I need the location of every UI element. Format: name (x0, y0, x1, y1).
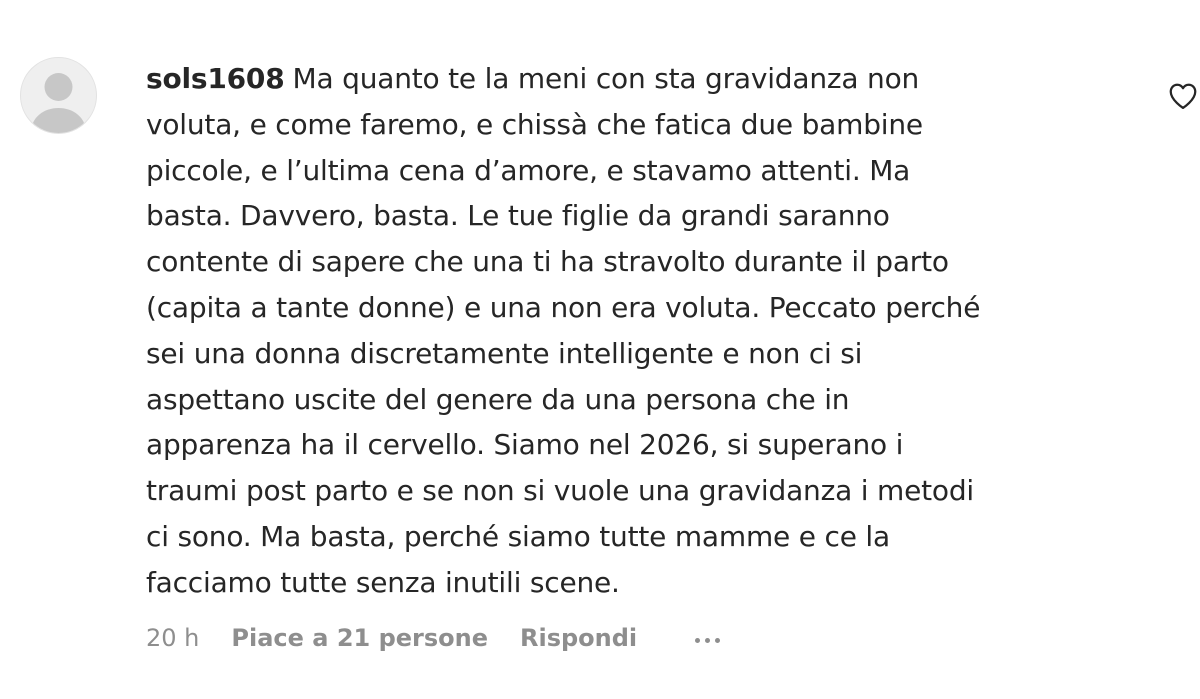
like-button[interactable] (1168, 82, 1198, 110)
dot (695, 637, 701, 643)
avatar[interactable] (20, 57, 97, 134)
reply-button[interactable]: Rispondi (520, 624, 637, 652)
comment: sols1608 Ma quanto te la meni con sta gra… (0, 0, 1200, 699)
heart-outline-icon (1169, 83, 1197, 109)
likes-count-link[interactable]: Piace a 21 persone (231, 624, 488, 652)
comment-body: sols1608 Ma quanto te la meni con sta gra… (146, 56, 1146, 606)
comment-line: sols1608 Ma quanto te la meni con sta gra… (146, 56, 1146, 102)
username-link[interactable]: sols1608 (146, 62, 285, 95)
comment-text: Ma quanto te la meni con sta gravidanza … (292, 62, 920, 95)
more-options-icon[interactable] (695, 634, 721, 643)
default-avatar-icon (31, 73, 86, 133)
comment-text: aspettano uscite del genere da una perso… (146, 382, 850, 416)
comment-text: apparenza ha il cervello. Siamo nel 2026… (146, 428, 904, 462)
comment-meta: 20 h Piace a 21 persone Rispondi (146, 620, 721, 656)
comment-text: voluta, e come faremo, e chissà che fati… (146, 107, 923, 141)
dot (705, 637, 711, 643)
comment-text: traumi post parto e se non si vuole una … (146, 474, 974, 508)
comment-text: piccole, e l’ultima cena d’amore, e stav… (146, 153, 911, 187)
comment-text: basta. Davvero, basta. Le tue figlie da … (146, 199, 890, 233)
dot (715, 637, 721, 643)
comment-text: sei una donna discretamente intelligente… (146, 336, 863, 370)
comment-timestamp: 20 h (146, 624, 200, 652)
comment-text: contente di sapere che una ti ha stravol… (146, 245, 949, 279)
comment-text: facciamo tutte senza inutili scene. (146, 565, 620, 599)
comment-text: (capita a tante donne) e una non era vol… (146, 290, 981, 324)
comment-text: ci sono. Ma basta, perché siamo tutte ma… (146, 519, 890, 553)
